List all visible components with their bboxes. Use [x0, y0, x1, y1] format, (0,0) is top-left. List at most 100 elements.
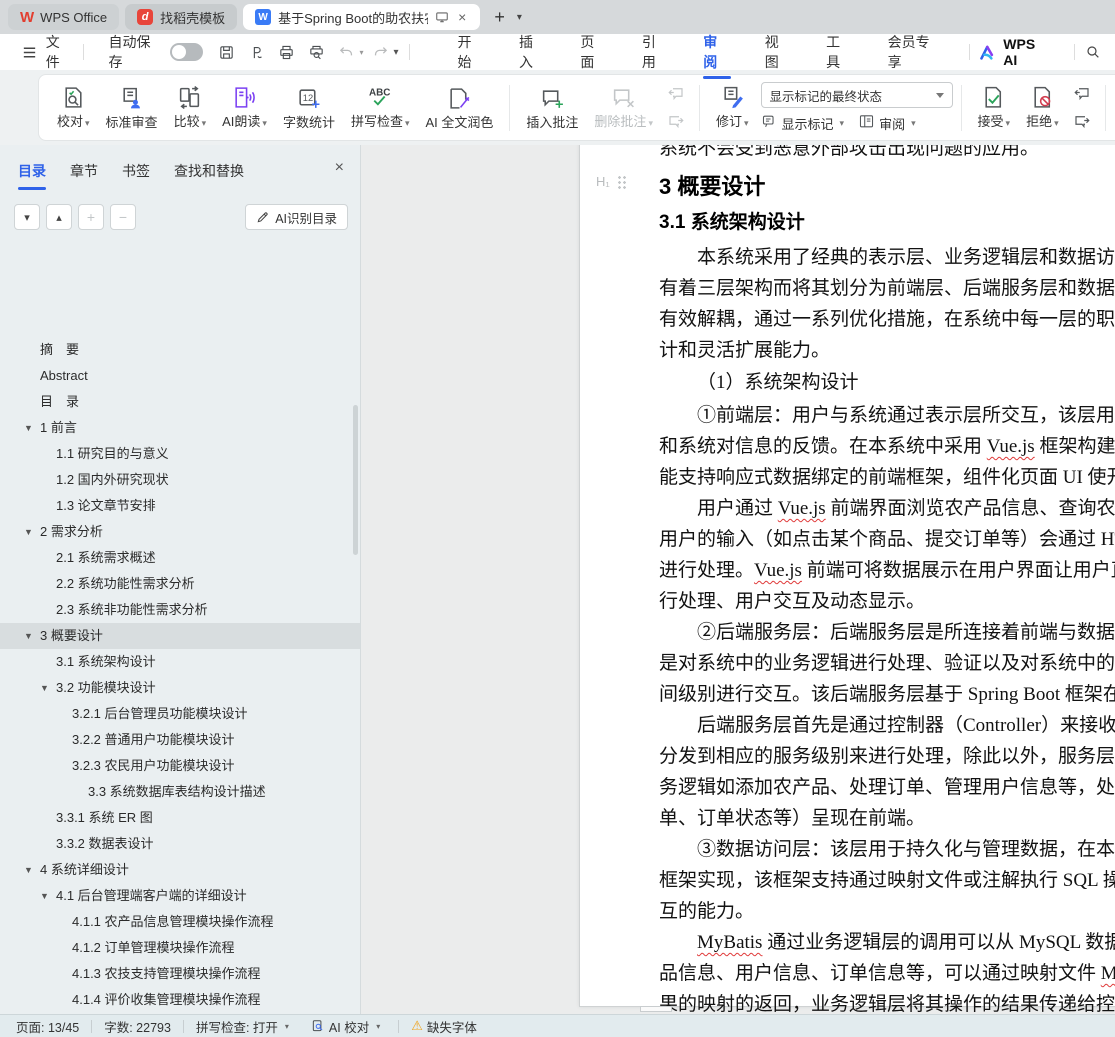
outline-item[interactable]: ▼4.1 后台管理端客户端的详细设计	[0, 883, 360, 909]
outline-item[interactable]: ▼3.2 功能模块设计	[0, 675, 360, 701]
proofread-button[interactable]: 校对▾	[49, 80, 98, 135]
tab-list-chevron-icon[interactable]: ▾	[513, 12, 526, 23]
expand-collapse-arrow-icon[interactable]: ▼	[24, 857, 33, 883]
outline-item[interactable]: 目 录	[0, 389, 360, 415]
missing-font-warning[interactable]: ⚠ 缺失字体	[411, 1017, 477, 1036]
display-for-review-select[interactable]: 显示标记的最终状态	[761, 82, 953, 108]
outline-item[interactable]: 2.1 系统需求概述	[0, 545, 360, 571]
expand-outline-button[interactable]: ▴	[46, 204, 72, 230]
reject-revision-button[interactable]: 拒绝▾	[1018, 80, 1067, 135]
menu-tab-2[interactable]: 页面	[578, 26, 609, 78]
page-indicator[interactable]: 页面: 13/45	[16, 1017, 79, 1036]
expand-collapse-arrow-icon[interactable]: ▼	[40, 675, 49, 701]
file-menu[interactable]: 文件	[46, 32, 74, 72]
outline-item[interactable]: 3.3.2 数据表设计	[0, 831, 360, 857]
redo-icon[interactable]	[368, 40, 394, 64]
horizontal-scrollbar-thumb[interactable]	[640, 1006, 672, 1012]
save-icon[interactable]	[213, 40, 239, 64]
undo-dropdown-chevron-icon[interactable]: ▾	[359, 48, 363, 57]
promote-heading-button[interactable]: +	[78, 204, 104, 230]
delete-comment-button[interactable]: 删除批注▾	[586, 80, 661, 135]
new-tab-button[interactable]: +	[486, 7, 513, 28]
drag-handle-icon[interactable]	[617, 175, 627, 189]
demote-heading-button[interactable]: −	[110, 204, 136, 230]
autosave-toggle[interactable]	[170, 43, 204, 61]
search-icon[interactable]	[1085, 44, 1101, 60]
outline-item[interactable]: 2.3 系统非功能性需求分析	[0, 597, 360, 623]
outline-item[interactable]: 1.3 论文章节安排	[0, 493, 360, 519]
outline-item[interactable]: 3.1 系统架构设计	[0, 649, 360, 675]
ai-read-aloud-button[interactable]: AI朗读▾	[214, 80, 275, 135]
outline-item[interactable]: 2.2 系统功能性需求分析	[0, 571, 360, 597]
sidebar-tab-2[interactable]: 书签	[122, 161, 150, 190]
outline-item[interactable]: 4.1.4 评价收集管理模块操作流程	[0, 987, 360, 1013]
outline-item[interactable]: 3.3 系统数据库表结构设计描述	[0, 779, 360, 805]
tab-wps-home[interactable]: W WPS Office	[8, 4, 119, 30]
document-page[interactable]: H₁ 系统不会受到恶意外部攻击出现问题的应用。3 概要设计3.1 系统架构设计本…	[579, 145, 1115, 1007]
outline-item[interactable]: ▼2 需求分析	[0, 519, 360, 545]
sidebar-scrollbar[interactable]	[353, 405, 358, 555]
menu-tab-3[interactable]: 引用	[640, 26, 671, 78]
outline-item[interactable]: Abstract	[0, 363, 360, 389]
outline-item[interactable]: 摘 要	[0, 337, 360, 363]
menu-tab-5[interactable]: 视图	[763, 26, 794, 78]
track-changes-button[interactable]: 修订▾	[708, 80, 757, 135]
word-count-indicator[interactable]: 字数: 22793	[104, 1017, 171, 1036]
outline-item[interactable]: 3.2.2 普通用户功能模块设计	[0, 727, 360, 753]
expand-collapse-arrow-icon[interactable]: ▼	[40, 883, 49, 909]
sidebar-tab-0[interactable]: 目录	[18, 161, 46, 190]
previous-revision-button[interactable]	[1069, 82, 1095, 106]
outline-item[interactable]: 4.1.1 农产品信息管理模块操作流程	[0, 909, 360, 935]
expand-collapse-arrow-icon[interactable]: ▼	[24, 623, 33, 649]
outline-item[interactable]: ▼3 概要设计	[0, 623, 360, 649]
next-comment-button[interactable]	[663, 110, 689, 134]
menu-tab-6[interactable]: 工具	[824, 26, 855, 78]
outline-item-label: 4.1.3 农技支持管理模块操作流程	[72, 966, 261, 981]
outline-item[interactable]: 3.2.1 后台管理员功能模块设计	[0, 701, 360, 727]
print-icon[interactable]	[273, 40, 299, 64]
accept-revision-button[interactable]: 接受▾	[970, 80, 1019, 135]
collapse-outline-button[interactable]: ▾	[14, 204, 40, 230]
quick-toolbar-chevron-icon[interactable]: ▾	[394, 47, 399, 58]
standard-review-button[interactable]: 标准审查	[98, 81, 166, 134]
previous-comment-button[interactable]	[663, 82, 689, 106]
output-pdf-icon[interactable]	[243, 40, 269, 64]
outline-item[interactable]: 1.1 研究目的与意义	[0, 441, 360, 467]
expand-collapse-arrow-icon[interactable]: ▼	[24, 415, 33, 441]
menu-tab-4[interactable]: 审阅	[701, 26, 732, 78]
spellcheck-status[interactable]: 拼写检查: 打开 ▾	[196, 1017, 289, 1036]
outline-item[interactable]: ▼1 前言	[0, 415, 360, 441]
outline-item[interactable]: 1.2 国内外研究现状	[0, 467, 360, 493]
menu-tab-0[interactable]: 开始	[456, 26, 487, 78]
wps-ai-button[interactable]: WPS AI	[979, 36, 1052, 68]
insert-comment-button[interactable]: 插入批注	[518, 81, 586, 134]
show-markup-button[interactable]: 显示标记▾	[761, 113, 845, 133]
outline-item[interactable]: ▼4 系统详细设计	[0, 857, 360, 883]
spell-check-button[interactable]: ABC拼写检查▾	[343, 80, 418, 135]
print-preview-icon[interactable]	[303, 40, 329, 64]
hamburger-menu-icon[interactable]	[18, 40, 42, 64]
tab-current-document[interactable]: W 基于Spring Boot的助农扶农 ×	[243, 4, 480, 30]
word-count-button[interactable]: 12字数统计	[275, 81, 343, 134]
ai-recognize-toc-button[interactable]: AI识别目录	[245, 204, 348, 230]
menu-tab-1[interactable]: 插入	[517, 26, 548, 78]
next-revision-button[interactable]	[1069, 110, 1095, 134]
outline-item[interactable]: 4.1.5 数据分析报表模块操作流程	[0, 1013, 360, 1014]
menu-tab-7[interactable]: 会员专享	[886, 26, 945, 78]
tab-docer-templates[interactable]: d 找稻壳模板	[125, 4, 237, 30]
undo-icon[interactable]	[333, 40, 359, 64]
outline-item[interactable]: 3.2.3 农民用户功能模块设计	[0, 753, 360, 779]
compare-button[interactable]: 比较▾	[166, 80, 215, 135]
outline-item[interactable]: 4.1.3 农技支持管理模块操作流程	[0, 961, 360, 987]
sidebar-tab-1[interactable]: 章节	[70, 161, 98, 190]
expand-collapse-arrow-icon[interactable]: ▼	[24, 519, 33, 545]
ai-proofread-status[interactable]: AI 校对 ▾	[311, 1017, 380, 1036]
sidebar-tab-3[interactable]: 查找和替换	[174, 161, 244, 190]
monitor-icon[interactable]	[435, 10, 449, 24]
outline-item[interactable]: 4.1.2 订单管理模块操作流程	[0, 935, 360, 961]
sidebar-close-icon[interactable]: ×	[335, 159, 344, 177]
ai-polish-button[interactable]: AI 全文润色	[418, 81, 502, 134]
reviewing-pane-button[interactable]: 审阅▾	[858, 113, 916, 133]
close-tab-icon[interactable]: ×	[456, 9, 468, 25]
outline-item[interactable]: 3.3.1 系统 ER 图	[0, 805, 360, 831]
